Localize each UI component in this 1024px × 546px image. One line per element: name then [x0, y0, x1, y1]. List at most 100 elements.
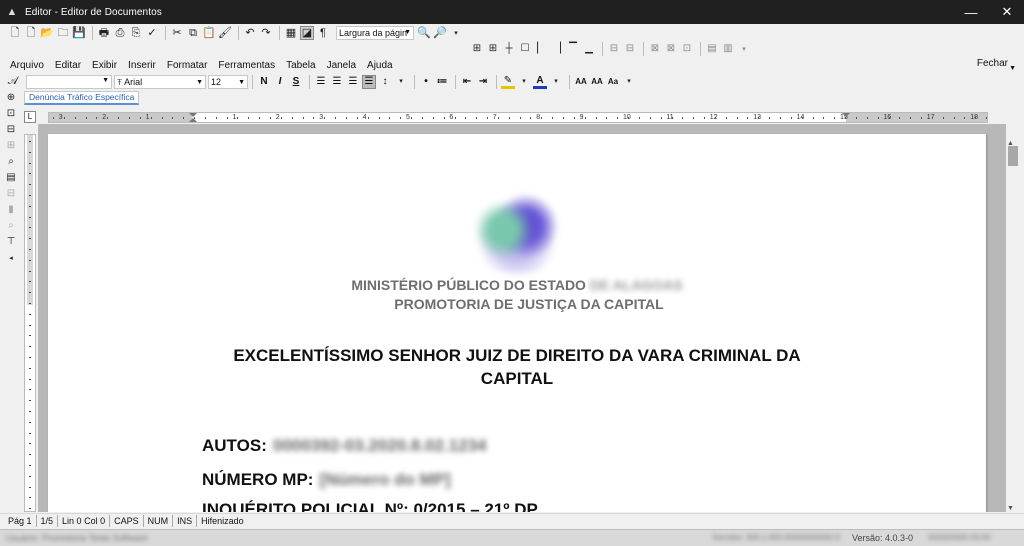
menu-formatar[interactable]: Formatar [167, 60, 208, 71]
split-cell-icon[interactable]: ⊡ [680, 42, 694, 56]
right-indent-marker[interactable] [842, 113, 850, 117]
style-select[interactable]: ▼ [26, 74, 112, 89]
toolbar-overflow-icon[interactable]: ▾ [449, 26, 463, 40]
print-options-icon[interactable]: ⎘ [129, 26, 143, 40]
grow-font-icon[interactable]: AA [574, 75, 588, 89]
font-size-select[interactable]: 12 ▼ [208, 74, 248, 89]
bullet-list-icon[interactable]: • [419, 75, 433, 89]
insert-model-icon[interactable]: ⊞ [4, 139, 18, 153]
increase-indent-icon[interactable]: ⇥ [476, 75, 490, 89]
decrease-indent-icon[interactable]: ⇤ [460, 75, 474, 89]
minimize-button[interactable]: — [954, 0, 988, 24]
document-page[interactable]: MINISTÉRIO PÚBLICO DO ESTADO DE ALAGOAS … [48, 134, 986, 512]
insert-variable-icon[interactable]: ⊡ [4, 107, 18, 121]
line-spacing-chevron-icon[interactable]: ▾ [394, 75, 408, 89]
table-border-left-icon[interactable]: ▏ [534, 42, 548, 56]
document-list-icon[interactable]: ▤ [4, 171, 18, 185]
left-indent-marker[interactable] [189, 118, 197, 122]
table-toolbar-overflow-icon[interactable]: ▾ [737, 42, 751, 56]
menu-inserir[interactable]: Inserir [128, 60, 156, 71]
highlight-icon[interactable]: ✎ [501, 75, 515, 89]
horizontal-ruler[interactable]: 3 2 1 1 2 3 4 5 6 7 8 9 10 11 12 13 14 15 16 17 18 [48, 112, 988, 123]
shrink-font-icon[interactable]: AA [590, 75, 604, 89]
table-grid-icon[interactable]: ⊞ [470, 42, 484, 56]
menu-ajuda[interactable]: Ajuda [367, 60, 393, 71]
table-border-top-icon[interactable]: ▔ [566, 42, 580, 56]
menu-ferramentas[interactable]: Ferramentas [218, 60, 275, 71]
menu-tabela[interactable]: Tabela [286, 60, 315, 71]
menu-arquivo[interactable]: Arquivo [10, 60, 44, 71]
line-spacing-icon[interactable]: ↕ [378, 75, 392, 89]
font-color-icon[interactable]: A [533, 75, 547, 89]
stamp-icon[interactable]: ⊤ [4, 235, 18, 249]
spellcheck-icon[interactable]: ✓ [145, 26, 159, 40]
font-select[interactable]: Ŧ Arial ▼ [114, 74, 206, 89]
tab-denuncia[interactable]: Denúncia Tráfico Específica [24, 91, 140, 105]
numbered-list-icon[interactable]: ≔ [435, 75, 449, 89]
scroll-down-icon[interactable]: ▼ [1007, 505, 1014, 512]
pilcrow-icon[interactable]: ¶ [316, 26, 330, 40]
format-painter-icon[interactable]: 🖌 [218, 26, 232, 40]
menu-editar[interactable]: Editar [55, 60, 81, 71]
open-recent-icon[interactable]: 🗀 [56, 26, 70, 40]
close-window-button[interactable]: ✕ [990, 0, 1024, 24]
left-toolbar-overflow-icon[interactable]: ◂ [4, 251, 18, 265]
style-icon[interactable]: 𝒜 [6, 75, 20, 89]
insert-field-icon[interactable]: ⊕ [4, 91, 18, 105]
find-replace-icon[interactable]: ⌕ [4, 219, 18, 233]
align-right-icon[interactable]: ☰ [346, 75, 360, 89]
paste-icon[interactable]: 📋 [202, 26, 216, 40]
format-toolbar-overflow-icon[interactable]: ▾ [622, 75, 636, 89]
menu-exibir[interactable]: Exibir [92, 60, 117, 71]
insert-column-icon[interactable]: ⊟ [607, 42, 621, 56]
italic-button[interactable]: I [273, 75, 287, 89]
zoom-select[interactable]: Largura da págin ▼ [336, 26, 414, 40]
menu-janela[interactable]: Janela [327, 60, 356, 71]
table-border-all-icon[interactable]: ⊞ [486, 42, 500, 56]
vertical-ruler[interactable] [24, 134, 36, 512]
lock-icon[interactable]: ▮ [4, 203, 18, 217]
delete-row-icon[interactable]: ⊠ [664, 42, 678, 56]
table-border-inner-icon[interactable]: ┼ [502, 42, 516, 56]
delete-column-icon[interactable]: ⊠ [648, 42, 662, 56]
save-icon[interactable]: 💾 [72, 26, 86, 40]
insert-table-icon[interactable]: ▦ [284, 26, 298, 40]
change-case-icon[interactable]: Aa [606, 75, 620, 89]
table-border-bottom-icon[interactable]: ▁ [582, 42, 596, 56]
undo-icon[interactable]: ↶ [243, 26, 257, 40]
tab-stop-selector[interactable]: L [24, 111, 36, 123]
cut-icon[interactable]: ✂ [170, 26, 184, 40]
fechar-menu[interactable]: Fechar [977, 58, 1008, 69]
align-justify-icon[interactable]: ☰ [362, 74, 376, 89]
highlight-chevron-icon[interactable]: ▾ [517, 75, 531, 89]
open-icon[interactable]: 📂 [40, 26, 54, 40]
zoom-out-icon[interactable]: 🔍 [417, 26, 431, 40]
insert-row-icon[interactable]: ⊟ [623, 42, 637, 56]
zoom-in-icon[interactable]: 🔎 [433, 26, 447, 40]
vertical-scrollbar[interactable]: ▲ ▼ [1006, 140, 1020, 512]
copy-icon[interactable]: ⧉ [186, 26, 200, 40]
fechar-chevron-icon[interactable]: ▼ [1009, 65, 1016, 72]
document-area[interactable]: MINISTÉRIO PÚBLICO DO ESTADO DE ALAGOAS … [38, 124, 1006, 512]
table-properties-icon[interactable]: ▥ [721, 42, 735, 56]
new-document-icon[interactable]: 🗋 [8, 26, 22, 40]
table-border-outer-icon[interactable]: ☐ [518, 42, 532, 56]
print-icon[interactable]: 🖶 [97, 26, 111, 40]
align-center-icon[interactable]: ☰ [330, 75, 344, 89]
font-color-chevron-icon[interactable]: ▾ [549, 75, 563, 89]
ruler-tick [29, 195, 31, 196]
merge-cells-icon[interactable]: ▤ [705, 42, 719, 56]
scrollbar-thumb[interactable] [1008, 146, 1018, 166]
align-left-icon[interactable]: ☰ [314, 75, 328, 89]
attach-icon[interactable]: ⊟ [4, 187, 18, 201]
new-template-icon[interactable]: 🗋 [24, 26, 38, 40]
table-border-right-icon[interactable]: ▕ [550, 42, 564, 56]
redo-icon[interactable]: ↷ [259, 26, 273, 40]
insert-block-icon[interactable]: ⊟ [4, 123, 18, 137]
first-line-indent-marker[interactable] [189, 113, 197, 117]
print-preview-icon[interactable]: ⎙ [113, 26, 127, 40]
search-document-icon[interactable]: ⌕ [4, 155, 18, 169]
underline-button[interactable]: S [289, 75, 303, 89]
toggle-view-icon[interactable]: ◪ [300, 26, 314, 40]
bold-button[interactable]: N [257, 75, 271, 89]
